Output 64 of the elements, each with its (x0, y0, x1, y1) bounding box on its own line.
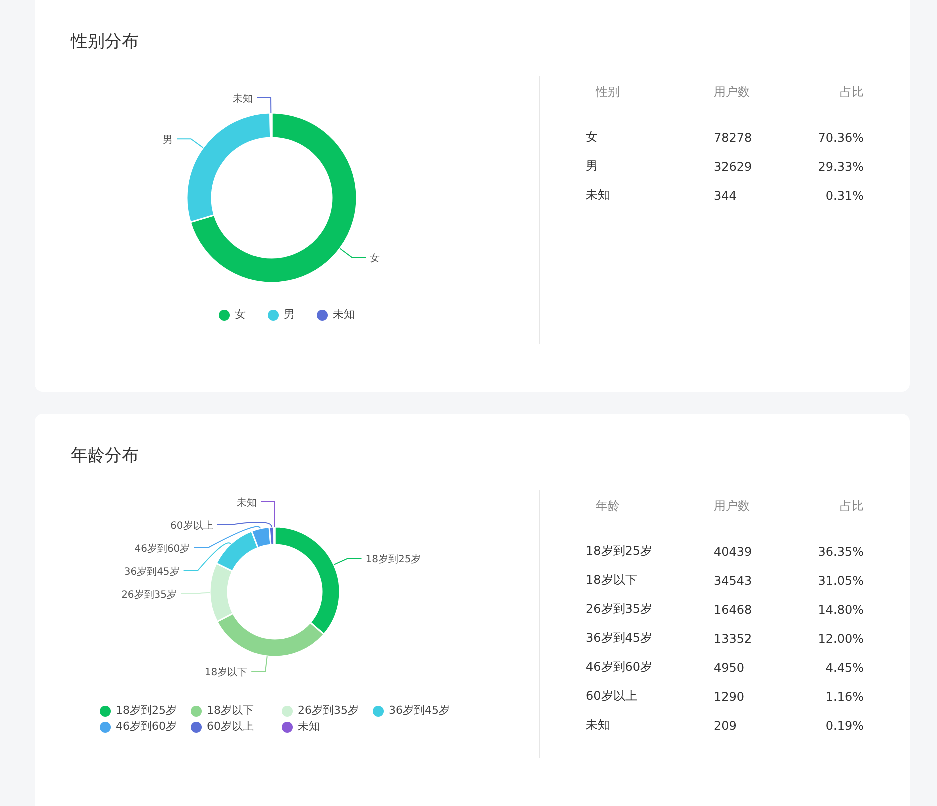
column-header: 用户数 (714, 85, 750, 99)
table-cell: 1290 (714, 690, 745, 704)
slice-label: 女 (370, 254, 380, 265)
slice-label: 18岁以下 (204, 667, 248, 678)
table-cell: 60岁以上 (586, 689, 638, 703)
column-header: 占比 (840, 499, 864, 513)
slice-label: 26岁到35岁 (122, 590, 178, 601)
legend-label: 男 (284, 308, 295, 322)
table-cell: 46岁到60岁 (586, 660, 653, 674)
table-cell: 32629 (714, 160, 752, 174)
legend-label: 36岁到45岁 (389, 704, 450, 718)
table-cell: 0.31% (826, 188, 864, 202)
table-cell: 36岁到45岁 (586, 631, 653, 645)
table-cell: 70.36% (818, 130, 864, 144)
table-cell: 14.80% (818, 602, 864, 616)
table-cell: 12.00% (818, 632, 864, 646)
table-cell: 31.05% (818, 574, 864, 588)
column-header: 占比 (840, 85, 864, 99)
table-cell: 13352 (714, 632, 752, 646)
slice-label: 18岁到25岁 (366, 554, 422, 566)
table-cell: 1.16% (826, 690, 864, 704)
slice-label: 未知 (233, 94, 254, 105)
table-cell: 34543 (714, 574, 752, 588)
table-cell: 18岁到25岁 (586, 544, 653, 558)
leader-line (176, 138, 204, 148)
column-header: 用户数 (714, 499, 750, 513)
table-cell: 4.45% (826, 660, 864, 674)
slice-label: 46岁到60岁 (134, 544, 190, 555)
leader-line (256, 98, 272, 114)
table-cell: 男 (586, 159, 598, 173)
slice-label: 男 (163, 135, 174, 146)
table-cell: 29.33% (818, 160, 864, 174)
slice-label: 60岁以上 (170, 521, 214, 532)
legend-label: 18岁到25岁 (116, 704, 177, 718)
table-cell: 0.19% (826, 718, 864, 732)
slice-label: 未知 (237, 498, 257, 509)
legend-label: 60岁以上 (207, 720, 254, 734)
table-cell: 未知 (586, 718, 610, 732)
slice-label: 36岁到45岁 (124, 567, 180, 578)
table-cell: 女 (586, 130, 598, 144)
table-cell: 36.35% (818, 544, 864, 558)
legend-label: 未知 (298, 720, 320, 734)
leader-line (340, 248, 367, 258)
legend-label: 18岁以下 (207, 704, 254, 718)
table-cell: 78278 (714, 130, 752, 144)
section-title: 年龄分布 (71, 445, 140, 468)
table-cell: 4950 (714, 660, 745, 674)
column-header: 性别 (596, 85, 620, 99)
leader-line (251, 656, 268, 672)
legend-label: 26岁到35岁 (298, 704, 359, 718)
table-cell: 40439 (714, 544, 752, 558)
leader-line (334, 558, 362, 566)
column-header: 年龄 (596, 499, 620, 513)
legend-label: 女 (235, 308, 246, 322)
leader-line (180, 592, 210, 594)
table-cell: 26岁到35岁 (586, 602, 653, 616)
table-cell: 未知 (586, 188, 610, 202)
table-cell: 344 (714, 188, 737, 202)
table-cell: 16468 (714, 602, 752, 616)
legend-label: 未知 (333, 308, 355, 322)
legend-label: 46岁到60岁 (116, 720, 177, 734)
section-title: 性别分布 (71, 31, 140, 54)
table-cell: 209 (714, 718, 737, 732)
table-cell: 18岁以下 (586, 573, 638, 587)
